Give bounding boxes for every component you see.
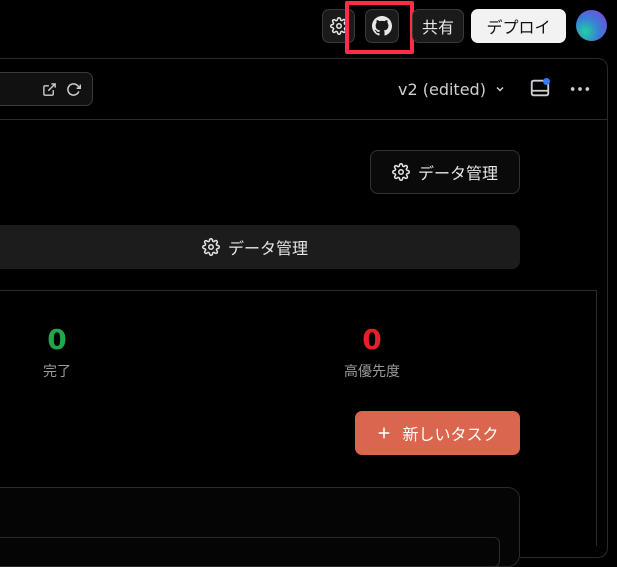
gear-icon: [329, 17, 348, 35]
github-button[interactable]: [365, 9, 399, 43]
notification-dot: [543, 78, 550, 85]
more-options-icon[interactable]: [569, 80, 591, 98]
gear-icon: [392, 163, 410, 181]
external-link-icon[interactable]: [42, 82, 57, 97]
panel-right-border: [596, 290, 597, 546]
preview-panel: [0, 58, 608, 558]
stat-high-priority-value: 0: [362, 323, 382, 356]
stat-completed-label: 完了: [43, 364, 71, 380]
share-button[interactable]: 共有: [412, 9, 464, 43]
avatar[interactable]: [576, 10, 607, 41]
deploy-button[interactable]: デプロイ: [471, 9, 566, 43]
stat-completed: 0 完了: [28, 323, 86, 381]
chevron-down-icon: [496, 86, 504, 92]
stat-high-priority-label: 高優先度: [344, 364, 400, 380]
top-bar: 共有 デプロイ: [0, 0, 617, 54]
new-task-button[interactable]: 新しいタスク: [355, 411, 520, 455]
gear-icon: [202, 238, 220, 256]
version-selector[interactable]: v2 (edited): [398, 78, 506, 100]
url-bar[interactable]: [0, 72, 93, 106]
settings-button[interactable]: [322, 9, 355, 43]
data-management-label: データ管理: [417, 164, 498, 183]
reload-icon[interactable]: [66, 82, 81, 97]
new-task-label: 新しいタスク: [402, 425, 499, 444]
task-list-inner: [0, 537, 500, 567]
data-management-button[interactable]: データ管理: [370, 150, 520, 194]
version-label: v2 (edited): [398, 79, 486, 99]
github-icon: [372, 16, 392, 36]
plus-icon: [379, 427, 390, 439]
data-management-bar-button[interactable]: データ管理: [0, 225, 520, 269]
stat-completed-value: 0: [47, 323, 67, 356]
section-divider: [0, 290, 597, 291]
stat-high-priority: 0 高優先度: [336, 323, 408, 381]
data-management-label: データ管理: [227, 239, 308, 258]
